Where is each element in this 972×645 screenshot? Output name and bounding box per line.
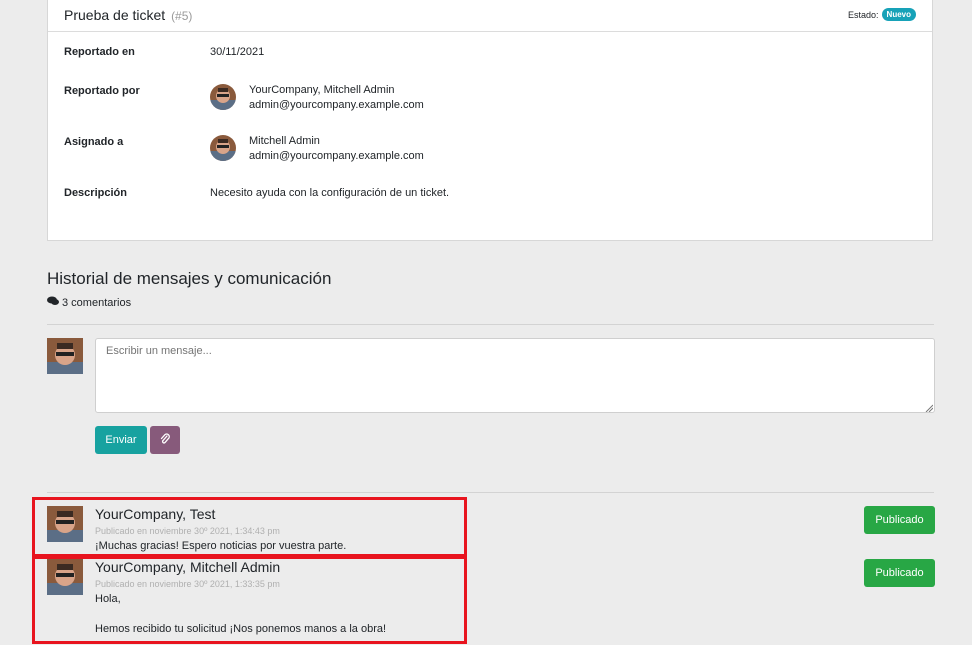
reported-by-email: admin@yourcompany.example.com	[249, 99, 424, 111]
send-button[interactable]: Enviar	[95, 426, 147, 454]
ticket-card: Prueba de ticket (#5) Estado: Nuevo Repo…	[47, 0, 933, 241]
highlight-box	[32, 497, 467, 557]
assigned-to-person: Mitchell Admin admin@yourcompany.example…	[210, 135, 424, 164]
assigned-to-name: Mitchell Admin	[249, 135, 320, 147]
reported-on-label: Reportado en	[64, 46, 135, 58]
highlight-box	[32, 556, 467, 644]
avatar	[210, 84, 236, 110]
paperclip-icon	[160, 432, 170, 448]
divider	[47, 324, 934, 325]
published-button[interactable]: Publicado	[864, 559, 935, 587]
assigned-to-email: admin@yourcompany.example.com	[249, 150, 424, 162]
published-button[interactable]: Publicado	[864, 506, 935, 534]
description-value: Necesito ayuda con la configuración de u…	[210, 187, 450, 199]
message-input[interactable]	[95, 338, 935, 413]
reported-on-value: 30/11/2021	[210, 46, 265, 58]
ticket-title-text: Prueba de ticket	[64, 7, 166, 23]
ticket-number: (#5)	[171, 9, 193, 23]
reported-by-label: Reportado por	[64, 85, 140, 97]
ticket-header: Prueba de ticket (#5) Estado: Nuevo	[48, 0, 932, 32]
reported-by-name: YourCompany, Mitchell Admin	[249, 84, 395, 96]
comments-count-text: 3 comentarios	[62, 296, 132, 309]
composer-avatar	[47, 338, 83, 374]
attach-button[interactable]	[150, 426, 180, 454]
history-title: Historial de mensajes y comunicación	[47, 269, 332, 288]
ticket-title: Prueba de ticket (#5)	[64, 7, 192, 23]
comments-count: 3 comentarios	[47, 296, 131, 309]
assigned-to-label: Asignado a	[64, 136, 124, 148]
avatar	[210, 135, 236, 161]
status-label: Estado:	[848, 9, 879, 20]
comments-icon	[47, 296, 59, 309]
divider	[47, 492, 934, 493]
ticket-status: Estado: Nuevo	[848, 8, 916, 21]
description-label: Descripción	[64, 187, 127, 199]
textarea-resize-handle[interactable]	[925, 403, 934, 413]
reported-by-person: YourCompany, Mitchell Admin admin@yourco…	[210, 84, 424, 113]
status-badge: Nuevo	[881, 8, 916, 21]
